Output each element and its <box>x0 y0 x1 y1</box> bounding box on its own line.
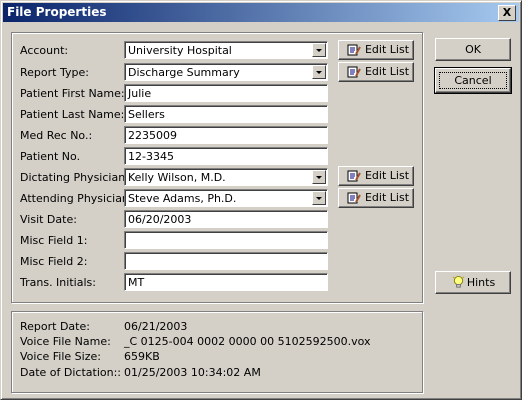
report-type-label: Report Type: <box>20 66 89 79</box>
visit-date-input[interactable]: 06/20/2003 <box>124 210 328 228</box>
misc-field-1-label: Misc Field 1: <box>20 234 88 247</box>
dictating-physician-value: Kelly Wilson, M.D. <box>128 171 226 184</box>
trans-initials-label: Trans. Initials: <box>20 276 96 289</box>
account-value: University Hospital <box>128 44 232 57</box>
notepad-pencil-icon <box>347 192 361 204</box>
attending-physician-select[interactable]: Steve Adams, Ph.D. <box>124 189 328 207</box>
voice-file-name-value: _C 0125-004 0002 0000 00 5102592500.vox <box>124 335 371 348</box>
edit-list-label: Edit List <box>364 43 410 56</box>
date-of-dictation-label: Date of Dictation:: <box>20 366 121 379</box>
dictating-physician-select[interactable]: Kelly Wilson, M.D. <box>124 168 328 186</box>
med-rec-label: Med Rec No.: <box>20 129 93 142</box>
dictating-physician-label: Dictating Physician: <box>20 171 129 184</box>
edit-list-report-type-button[interactable]: Edit List <box>338 62 414 82</box>
voice-file-name-label: Voice File Name: <box>20 335 111 348</box>
report-date-label: Report Date: <box>20 320 90 333</box>
trans-initials-value: MT <box>128 276 145 289</box>
file-properties-dialog: File Properties X Account: University Ho… <box>0 0 522 400</box>
patient-no-value: 12-3345 <box>128 150 174 163</box>
chevron-down-icon[interactable] <box>312 43 326 57</box>
account-label: Account: <box>20 44 69 57</box>
misc-field-2-label: Misc Field 2: <box>20 255 88 268</box>
visit-date-value: 06/20/2003 <box>128 213 192 226</box>
patient-first-value: Julie <box>128 87 152 100</box>
edit-list-label: Edit List <box>364 169 410 182</box>
chevron-down-icon[interactable] <box>312 170 326 184</box>
chevron-down-icon[interactable] <box>312 65 326 79</box>
notepad-pencil-icon <box>347 170 361 182</box>
visit-date-label: Visit Date: <box>20 213 77 226</box>
misc-field-1-input[interactable] <box>124 231 328 249</box>
voice-file-size-label: Voice File Size: <box>20 350 101 363</box>
patient-first-label: Patient First Name: <box>20 87 125 100</box>
patient-no-label: Patient No. <box>20 150 81 163</box>
attending-physician-value: Steve Adams, Ph.D. <box>128 192 237 205</box>
close-button[interactable]: X <box>498 5 516 21</box>
title-bar[interactable]: File Properties X <box>3 3 519 22</box>
med-rec-input[interactable]: 2235009 <box>124 126 328 144</box>
med-rec-value: 2235009 <box>128 129 177 142</box>
date-of-dictation-value: 01/25/2003 10:34:02 AM <box>124 366 261 379</box>
hints-button[interactable]: Hints <box>435 271 511 294</box>
account-select[interactable]: University Hospital <box>124 41 328 59</box>
focus-rect <box>439 72 507 89</box>
hints-label: Hints <box>466 276 496 289</box>
notepad-pencil-icon <box>347 66 361 78</box>
ok-button[interactable]: OK <box>435 38 511 61</box>
report-type-select[interactable]: Discharge Summary <box>124 63 328 81</box>
trans-initials-input[interactable]: MT <box>124 273 328 291</box>
patient-last-value: Sellers <box>128 108 165 121</box>
chevron-down-icon[interactable] <box>312 191 326 205</box>
report-type-value: Discharge Summary <box>128 66 240 79</box>
patient-last-input[interactable]: Sellers <box>124 105 328 123</box>
ok-label: OK <box>465 43 481 56</box>
edit-list-dictating-button[interactable]: Edit List <box>338 166 414 186</box>
patient-first-input[interactable]: Julie <box>124 84 328 102</box>
edit-list-label: Edit List <box>364 191 410 204</box>
cancel-button[interactable]: Cancel <box>434 67 512 94</box>
edit-list-label: Edit List <box>364 65 410 78</box>
report-date-value: 06/21/2003 <box>124 320 188 333</box>
edit-list-account-button[interactable]: Edit List <box>338 40 414 60</box>
window-title: File Properties <box>7 5 107 19</box>
notepad-pencil-icon <box>347 44 361 56</box>
patient-last-label: Patient Last Name: <box>20 108 125 121</box>
misc-field-2-input[interactable] <box>124 252 328 270</box>
voice-file-size-value: 659KB <box>124 350 160 363</box>
edit-list-attending-button[interactable]: Edit List <box>338 188 414 208</box>
attending-physician-label: Attending Physician: <box>20 192 133 205</box>
patient-no-input[interactable]: 12-3345 <box>124 147 328 165</box>
